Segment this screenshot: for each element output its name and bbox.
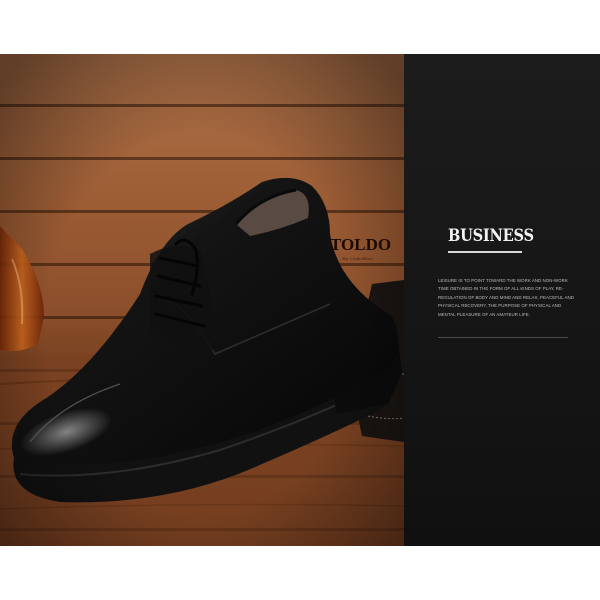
panel-heading: BUSINESS bbox=[448, 226, 534, 246]
panel-body-text: Leisure is to point toward the work and … bbox=[438, 278, 574, 317]
shoe-photo: TOLDO Shy Crafts Shoes bbox=[0, 54, 404, 546]
panel-divider bbox=[438, 337, 568, 338]
logo-tagline: Shy Crafts Shoes bbox=[342, 256, 373, 261]
logo-wordmark: TOLDO bbox=[330, 235, 392, 254]
description-panel: BUSINESS Leisure is to point toward the … bbox=[404, 54, 600, 546]
product-banner: TOLDO Shy Crafts Shoes BUSINESS Leisure … bbox=[0, 54, 600, 546]
shoe-scene bbox=[0, 54, 404, 546]
heading-underline bbox=[448, 251, 522, 253]
brand-logo: TOLDO Shy Crafts Shoes bbox=[330, 235, 400, 275]
